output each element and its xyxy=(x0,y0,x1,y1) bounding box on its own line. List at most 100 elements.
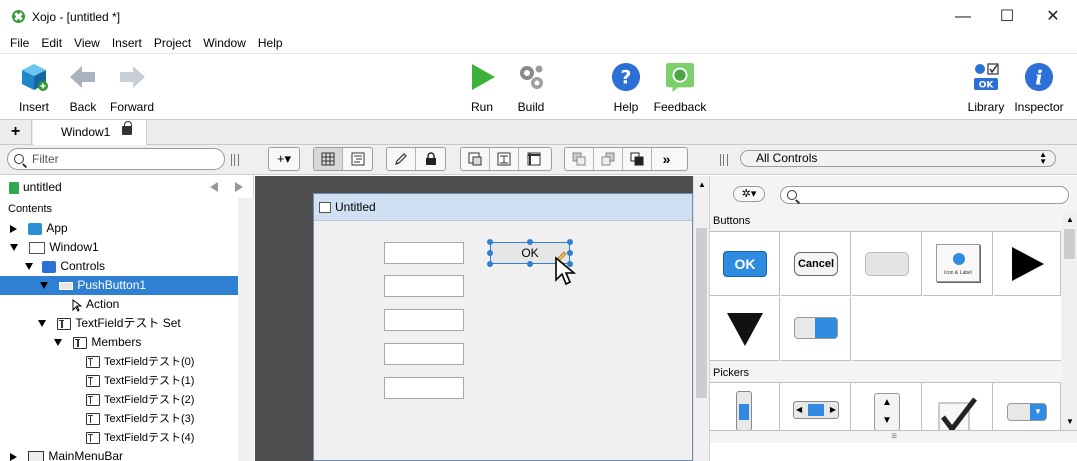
library-item-checkbox[interactable] xyxy=(923,383,993,430)
lock-control-icon[interactable] xyxy=(416,148,445,170)
scroll-thumb[interactable] xyxy=(1064,229,1075,259)
library-item-disclosure-right[interactable] xyxy=(994,232,1061,296)
textfield-2[interactable] xyxy=(384,309,464,331)
menu-window[interactable]: Window xyxy=(197,34,252,53)
resize-handle[interactable] xyxy=(487,250,493,256)
resize-handle[interactable] xyxy=(527,239,533,245)
send-backward-icon[interactable] xyxy=(594,148,623,170)
library-item-pushbutton[interactable]: Cancel xyxy=(781,232,851,296)
forward-button[interactable]: Forward xyxy=(108,58,156,118)
nav-project-row[interactable]: untitled xyxy=(9,178,62,197)
bring-to-front-icon[interactable] xyxy=(623,148,652,170)
help-button[interactable]: ? Help xyxy=(606,58,646,118)
textfield-1[interactable] xyxy=(384,275,464,297)
menu-project[interactable]: Project xyxy=(148,34,197,53)
mouse-cursor-icon xyxy=(555,256,576,286)
nav-item-mainmenubar[interactable]: MainMenuBar xyxy=(10,447,123,461)
nav-item-pushbutton1[interactable]: PushButton1 xyxy=(0,276,238,295)
collapse-arrow-icon[interactable] xyxy=(10,244,18,252)
lock-icon[interactable] xyxy=(122,121,132,135)
code-view-icon[interactable] xyxy=(343,148,372,170)
nav-item-window1[interactable]: Window1 xyxy=(10,238,99,257)
navigator-scrollbar[interactable] xyxy=(238,198,254,461)
collapse-arrow-icon[interactable] xyxy=(38,320,46,328)
menu-edit[interactable]: Edit xyxy=(35,34,68,53)
scroll-up-arrow-icon[interactable]: ▲ xyxy=(1066,215,1074,224)
library-item-popup-menu[interactable]: ▼ xyxy=(994,383,1061,430)
library-item-segmented[interactable] xyxy=(852,232,922,296)
resize-handle[interactable] xyxy=(487,261,493,267)
nav-item-controls[interactable]: Controls xyxy=(25,257,105,276)
ok-button-label: OK xyxy=(521,246,539,260)
library-splitter-grip[interactable] xyxy=(720,154,728,166)
insert-button[interactable]: Insert xyxy=(10,58,58,118)
tab-order-icon[interactable] xyxy=(461,148,490,170)
nav-item-app[interactable]: App xyxy=(10,219,68,238)
design-window[interactable]: Untitled OK xyxy=(313,193,693,461)
scroll-up-arrow-icon[interactable]: ▲ xyxy=(698,180,706,189)
resize-handle[interactable] xyxy=(487,239,493,245)
nav-item-textfield-0[interactable]: TextFieldテスト(0) xyxy=(86,352,194,371)
add-control-menu[interactable]: +▾ xyxy=(268,147,300,171)
nav-item-action[interactable]: Action xyxy=(72,295,119,314)
menu-help[interactable]: Help xyxy=(252,34,289,53)
run-button[interactable]: Run xyxy=(462,58,502,118)
expand-arrow-icon[interactable] xyxy=(10,452,17,461)
resize-handle[interactable] xyxy=(527,261,533,267)
grid-view-icon[interactable] xyxy=(314,148,343,170)
library-item-toggle[interactable] xyxy=(781,297,851,361)
library-button[interactable]: OK Library xyxy=(966,58,1006,118)
canvas-scrollbar[interactable]: ▲ xyxy=(693,176,709,461)
nav-item-textfield-4[interactable]: TextFieldテスト(4) xyxy=(86,428,194,447)
menu-view[interactable]: View xyxy=(68,34,106,53)
back-button[interactable]: Back xyxy=(60,58,106,118)
navigator-splitter-grip[interactable] xyxy=(231,154,239,166)
scroll-thumb[interactable] xyxy=(696,228,707,398)
library-resize-grip[interactable]: ≡ xyxy=(710,430,1077,443)
ruler-icon[interactable] xyxy=(519,148,548,170)
nav-item-textfield-2[interactable]: TextFieldテスト(2) xyxy=(86,390,194,409)
library-item-horizontal-scrollbar[interactable]: ◀ ▶ xyxy=(781,383,851,430)
library-scrollbar[interactable]: ▲ ▼ xyxy=(1062,213,1077,430)
scroll-down-arrow-icon[interactable]: ▼ xyxy=(1066,417,1074,426)
menu-file[interactable]: File xyxy=(4,34,35,53)
textfield-4[interactable] xyxy=(384,377,464,399)
library-item-disclosure-down[interactable] xyxy=(710,297,780,361)
library-item-icon-label[interactable]: Icon & Label xyxy=(923,232,993,296)
nav-back-icon[interactable] xyxy=(210,182,218,192)
collapse-arrow-icon[interactable] xyxy=(25,263,33,271)
nav-forward-icon[interactable] xyxy=(235,182,243,192)
bring-forward-icon[interactable] xyxy=(565,148,594,170)
library-search-input[interactable] xyxy=(780,186,1069,204)
nav-item-textfield-1[interactable]: TextFieldテスト(1) xyxy=(86,371,194,390)
nav-item-textfield-3[interactable]: TextFieldテスト(3) xyxy=(86,409,194,428)
resize-handle[interactable] xyxy=(567,239,573,245)
menu-insert[interactable]: Insert xyxy=(106,34,148,53)
align-distribute-icon[interactable] xyxy=(490,148,519,170)
minimize-button[interactable]: — xyxy=(940,4,986,30)
expand-arrow-icon[interactable] xyxy=(10,224,17,233)
collapse-arrow-icon[interactable] xyxy=(40,282,48,290)
icon-label-button-icon: Icon & Label xyxy=(936,244,980,282)
collapse-arrow-icon[interactable] xyxy=(54,339,62,347)
forward-arrow-icon xyxy=(120,66,145,88)
textfield-3[interactable] xyxy=(384,343,464,365)
library-item-bevel-ok[interactable]: OK xyxy=(710,232,780,296)
library-settings-gear-icon[interactable]: ✲▾ xyxy=(733,186,765,202)
editor-toolbar: Filter +▾ » All Controls ▲ ▼ xyxy=(0,145,1077,175)
build-button[interactable]: Build xyxy=(508,58,554,118)
textfield-0[interactable] xyxy=(384,242,464,264)
more-chevron-icon[interactable]: » xyxy=(652,148,681,170)
close-button[interactable]: ✕ xyxy=(1030,4,1076,30)
inspector-button[interactable]: i Inspector xyxy=(1012,58,1066,118)
maximize-button[interactable]: ☐ xyxy=(984,4,1030,30)
pencil-icon[interactable] xyxy=(387,148,416,170)
library-item-vertical-slider[interactable] xyxy=(710,383,780,430)
library-item-updown-arrows[interactable]: ▲ ▼ xyxy=(852,383,922,430)
add-tab-button[interactable]: + xyxy=(0,120,32,144)
library-filter-select[interactable]: All Controls ▲ ▼ xyxy=(740,150,1056,167)
nav-item-textfield-set[interactable]: TextFieldテスト Set xyxy=(38,314,181,333)
feedback-button[interactable]: Feedback xyxy=(652,58,708,118)
nav-item-members[interactable]: Members xyxy=(54,333,141,352)
filter-input[interactable]: Filter xyxy=(7,148,225,170)
